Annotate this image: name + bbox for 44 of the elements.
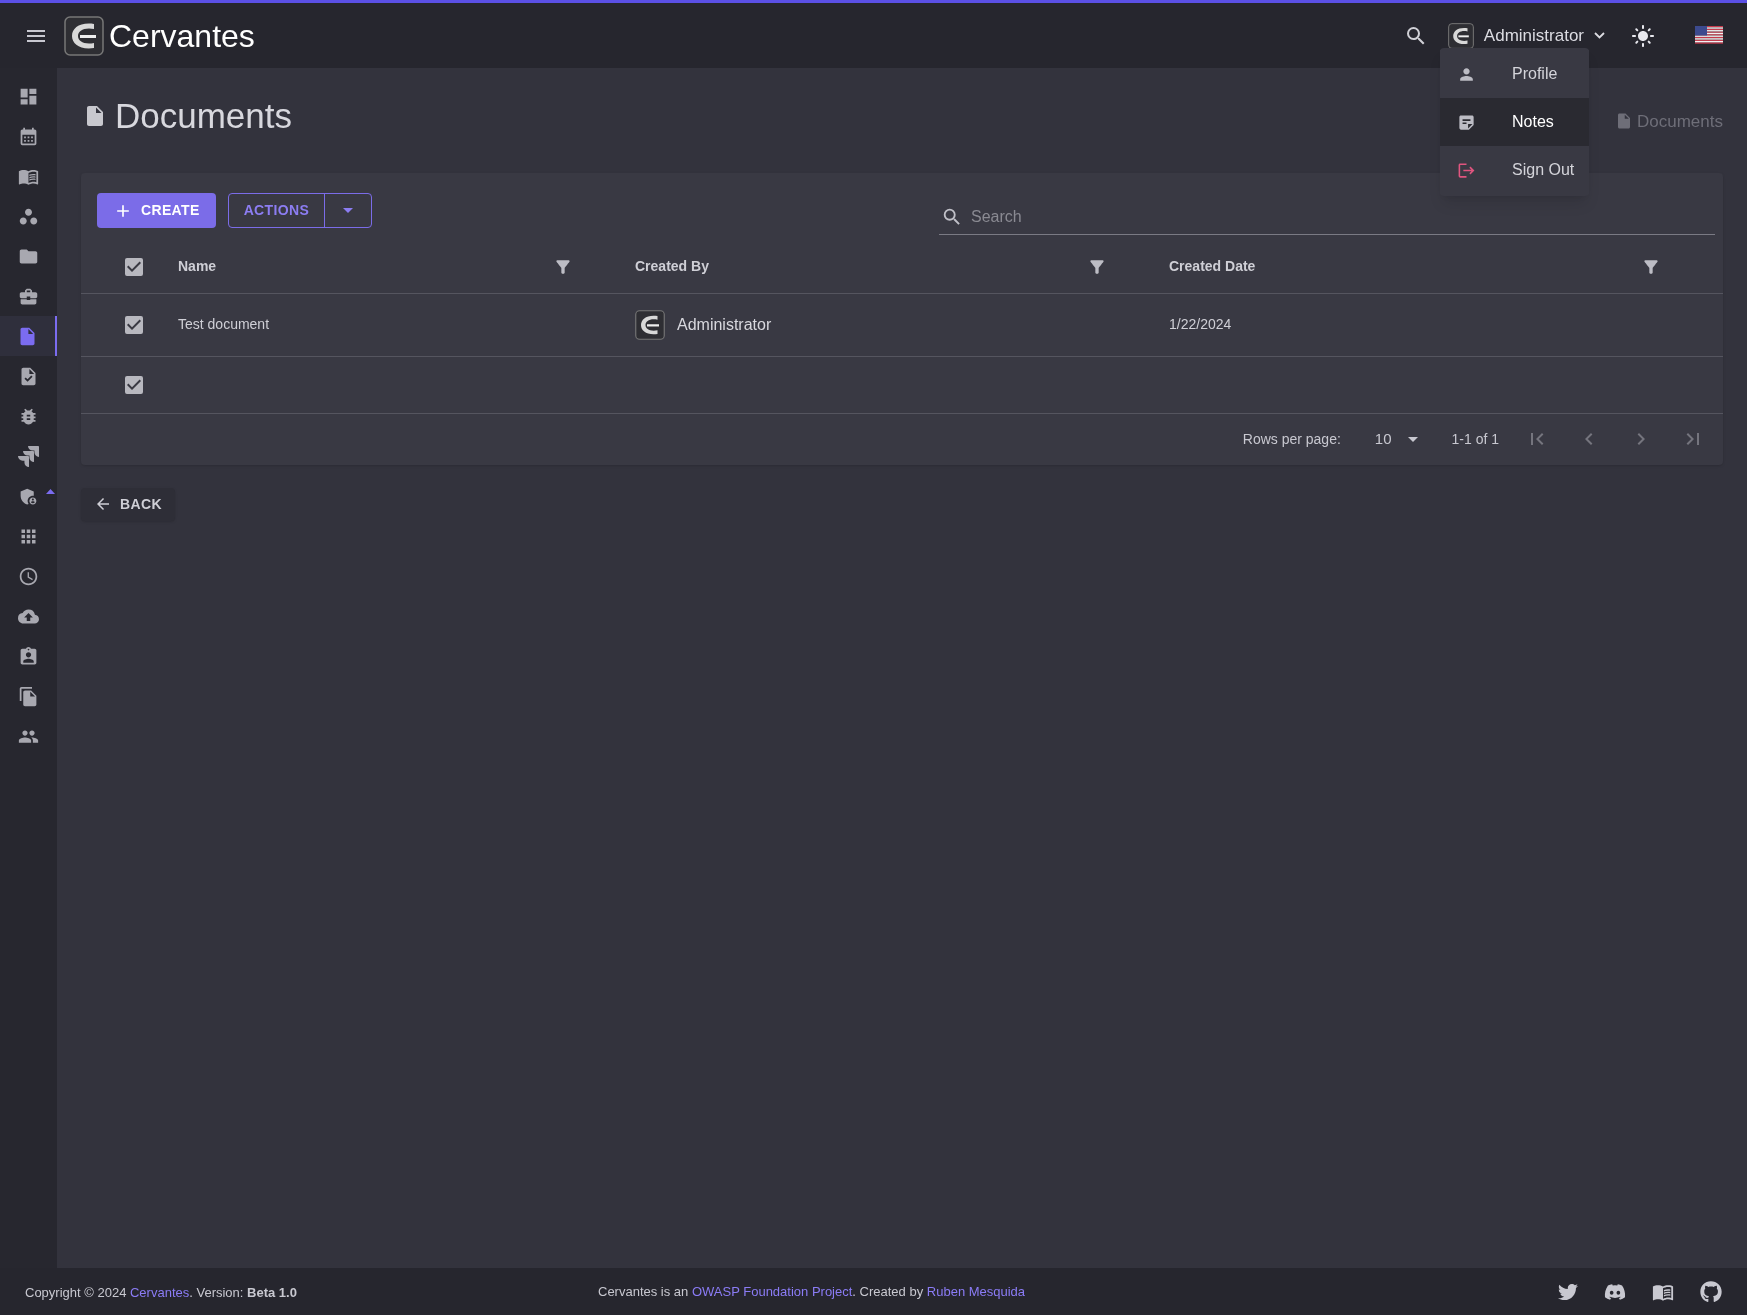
stacked-arrows-icon bbox=[18, 445, 39, 467]
page-title: Documents bbox=[115, 95, 293, 137]
document-nav-item[interactable] bbox=[0, 316, 57, 356]
document-icon bbox=[17, 325, 38, 347]
column-header[interactable]: Name bbox=[178, 256, 217, 277]
create-button[interactable]: CREATE bbox=[97, 193, 216, 228]
user-menu-button[interactable]: Administrator bbox=[1447, 22, 1605, 49]
column-header[interactable]: Created By bbox=[635, 256, 709, 277]
search-icon bbox=[941, 206, 963, 228]
caret-icon bbox=[46, 489, 55, 494]
caret-down-icon bbox=[1407, 436, 1418, 442]
us-flag-icon[interactable] bbox=[1695, 26, 1723, 45]
sign-out-icon bbox=[1457, 160, 1476, 180]
checked-document-icon bbox=[18, 365, 39, 387]
menu-item[interactable]: Sign Out bbox=[1440, 146, 1589, 194]
footer-link[interactable]: Ruben Mesquida bbox=[926, 1283, 1026, 1299]
table-cell: Test document bbox=[178, 316, 270, 332]
avatar-icon bbox=[1447, 22, 1474, 49]
rows-per-page-label: Rows per page: bbox=[1242, 429, 1341, 449]
note-icon bbox=[1457, 112, 1476, 132]
table-cell: 1/22/2024 bbox=[1169, 316, 1232, 332]
caret-down-icon bbox=[343, 208, 354, 213]
github-icon[interactable] bbox=[1700, 1280, 1722, 1303]
chevron-down-icon bbox=[1594, 32, 1605, 39]
avatar-icon bbox=[635, 309, 665, 340]
logo-icon bbox=[64, 15, 104, 56]
copy-icon bbox=[18, 685, 39, 707]
app-name: Cervantes bbox=[109, 16, 255, 56]
search-field[interactable]: Search bbox=[971, 200, 1715, 234]
page-range: 1-1 of 1 bbox=[1451, 429, 1499, 449]
column-header[interactable]: Created Date bbox=[1169, 256, 1256, 277]
table-cell-text: Administrator bbox=[677, 314, 772, 335]
breadcrumb-document-icon bbox=[1615, 112, 1633, 131]
menu-item[interactable]: Profile bbox=[1440, 50, 1589, 98]
project-credit-text: Cervantes is an OWASP Foundation Project. Created by Ruben Mesquida bbox=[598, 1282, 1026, 1301]
clock-icon bbox=[18, 565, 39, 587]
rows-per-page-select[interactable]: 10 bbox=[1374, 427, 1418, 451]
menu-item[interactable]: Notes bbox=[1440, 98, 1589, 146]
theme-sun-icon[interactable] bbox=[1631, 23, 1655, 48]
calendar-icon bbox=[18, 125, 39, 147]
copyright-text: Copyright © 2024 Cervantes. Version: Beta 1.0 bbox=[25, 1284, 297, 1300]
back-button[interactable]: BACK bbox=[81, 487, 175, 521]
twitter-icon[interactable] bbox=[1558, 1281, 1578, 1302]
id-badge-icon bbox=[18, 645, 39, 667]
